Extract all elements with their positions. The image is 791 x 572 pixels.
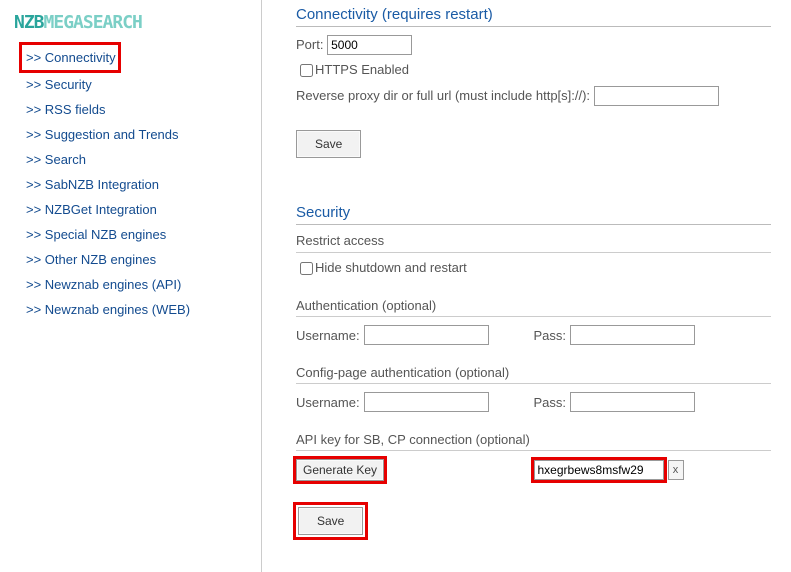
cfg-pass-input[interactable] xyxy=(570,392,695,412)
sidebar-item-suggestion-and-trends[interactable]: >> Suggestion and Trends xyxy=(6,122,261,147)
sidebar-item-newznab-web[interactable]: >> Newznab engines (WEB) xyxy=(6,297,261,322)
clear-api-key-button[interactable]: x xyxy=(668,460,684,480)
security-heading: Security xyxy=(296,204,771,225)
logo: NZBMEGASEARCH xyxy=(14,12,261,33)
port-label: Port: xyxy=(296,37,323,52)
sidebar-item-rss-fields[interactable]: >> RSS fields xyxy=(6,97,261,122)
reverse-row: Reverse proxy dir or full url (must incl… xyxy=(296,86,771,106)
auth-username-label: Username: xyxy=(296,328,360,343)
sidebar-item-security[interactable]: >> Security xyxy=(6,72,261,97)
sidebar-item-search[interactable]: >> Search xyxy=(6,147,261,172)
auth-pass-input[interactable] xyxy=(570,325,695,345)
https-label: HTTPS Enabled xyxy=(315,62,409,77)
nav: >> Connectivity >> Security >> RSS field… xyxy=(0,45,261,322)
port-input[interactable] xyxy=(327,35,412,55)
cfg-username-label: Username: xyxy=(296,395,360,410)
https-checkbox[interactable] xyxy=(300,64,313,77)
connectivity-heading: Connectivity (requires restart) xyxy=(296,6,771,27)
generate-key-button[interactable]: Generate Key xyxy=(296,459,384,481)
hide-row: Hide shutdown and restart xyxy=(296,259,771,278)
sidebar-item-newznab-api[interactable]: >> Newznab engines (API) xyxy=(6,272,261,297)
api-row: Generate Key x xyxy=(296,459,771,481)
connectivity-save-button[interactable]: Save xyxy=(296,130,361,158)
logo-part1: NZB xyxy=(14,12,44,33)
security-save-button[interactable]: Save xyxy=(298,507,363,535)
logo-part2: MEGASEARCH xyxy=(44,12,142,33)
hide-checkbox[interactable] xyxy=(300,262,313,275)
cfg-username-input[interactable] xyxy=(364,392,489,412)
sidebar-item-other-nzb-engines[interactable]: >> Other NZB engines xyxy=(6,247,261,272)
sidebar-item-special-nzb-engines[interactable]: >> Special NZB engines xyxy=(6,222,261,247)
auth-row: Username: Pass: xyxy=(296,325,771,345)
sidebar-item-connectivity[interactable]: >> Connectivity xyxy=(22,45,118,70)
restrict-label: Restrict access xyxy=(296,233,771,253)
api-heading: API key for SB, CP connection (optional) xyxy=(296,432,771,451)
sidebar-item-sabnzb-integration[interactable]: >> SabNZB Integration xyxy=(6,172,261,197)
main-content: Connectivity (requires restart) Port: HT… xyxy=(262,0,791,572)
auth-username-input[interactable] xyxy=(364,325,489,345)
api-key-input[interactable] xyxy=(534,460,664,480)
reverse-label: Reverse proxy dir or full url (must incl… xyxy=(296,88,590,103)
auth-heading: Authentication (optional) xyxy=(296,298,771,317)
cfg-auth-heading: Config-page authentication (optional) xyxy=(296,365,771,384)
cfg-auth-row: Username: Pass: xyxy=(296,392,771,412)
port-row: Port: xyxy=(296,35,771,55)
cfg-pass-label: Pass: xyxy=(534,395,567,410)
hide-label: Hide shutdown and restart xyxy=(315,260,467,275)
reverse-input[interactable] xyxy=(594,86,719,106)
https-row: HTTPS Enabled xyxy=(296,61,771,80)
auth-pass-label: Pass: xyxy=(534,328,567,343)
sidebar-item-nzbget-integration[interactable]: >> NZBGet Integration xyxy=(6,197,261,222)
sidebar: NZBMEGASEARCH >> Connectivity >> Securit… xyxy=(0,0,262,572)
